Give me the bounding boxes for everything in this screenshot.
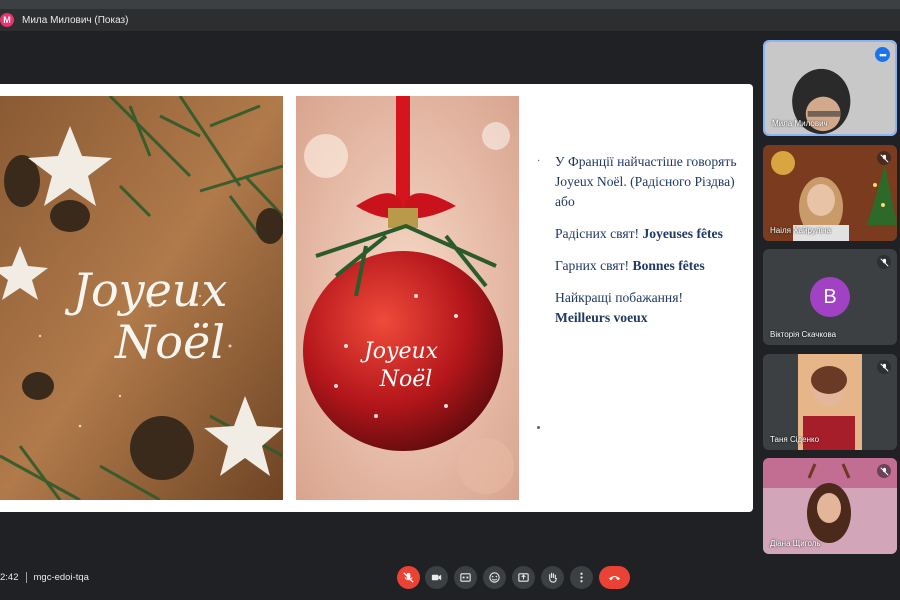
left-image-joyeux: Joyeux xyxy=(65,263,228,317)
participant-name: Таня Сіденко xyxy=(770,435,820,444)
mic-off-icon xyxy=(877,360,891,374)
participant-name: Діана Щиголь xyxy=(770,539,821,548)
camera-icon xyxy=(431,574,442,581)
mic-off-icon xyxy=(877,464,891,478)
mic-off-icon xyxy=(877,255,891,269)
top-strip xyxy=(0,0,900,9)
slide-text: · У Франції найчастіше говорять Joyeux N… xyxy=(537,152,737,340)
captions-icon xyxy=(460,573,471,582)
divider xyxy=(25,572,27,583)
participant-avatar: B xyxy=(810,277,850,317)
captions-button[interactable] xyxy=(454,566,477,589)
more-options-button[interactable] xyxy=(570,566,593,589)
ornament-noel: Noël xyxy=(379,367,433,392)
slide-paragraph-4: Найкращі побажання! Meilleurs voeux xyxy=(555,290,683,325)
meeting-info: 2:42 mgc-edoi-tqa xyxy=(0,572,89,583)
emoji-button[interactable] xyxy=(483,566,506,589)
christmas-ornament-image: Joyeux Noël xyxy=(296,96,519,500)
left-image-noel: Noël xyxy=(114,315,225,369)
joyeux-noel-wood-image: Joyeux Noël xyxy=(0,96,283,500)
presenter-avatar: М xyxy=(0,13,14,27)
mic-off-icon xyxy=(403,572,414,583)
participant-tile-1[interactable]: ••• Мила Милович xyxy=(763,40,897,136)
slide-dot xyxy=(537,426,540,429)
meeting-code[interactable]: mgc-edoi-tqa xyxy=(34,572,89,583)
shared-slide: Joyeux Noël Joyeux Noël · У Франції найч… xyxy=(0,84,753,512)
participant-name: Мила Милович xyxy=(772,119,828,128)
participant-name: Вікторія Скачкова xyxy=(770,330,837,339)
present-icon xyxy=(518,573,529,582)
present-screen-button[interactable] xyxy=(512,566,535,589)
hand-icon xyxy=(549,572,557,583)
slide-paragraph-2: Радісних свят! Joyeuses fêtes xyxy=(555,226,723,241)
slide-paragraph-3: Гарних свят! Bonnes fêtes xyxy=(555,258,705,273)
mic-off-icon xyxy=(877,151,891,165)
camera-toggle-button[interactable] xyxy=(425,566,448,589)
participant-tile-3[interactable]: B Вікторія Скачкова xyxy=(763,249,897,345)
participant-tile-2[interactable]: Наіля Хайруліна xyxy=(763,145,897,241)
raise-hand-button[interactable] xyxy=(541,566,564,589)
participant-name: Наіля Хайруліна xyxy=(770,226,831,235)
leave-call-button[interactable] xyxy=(599,566,630,589)
more-vertical-icon xyxy=(580,572,583,583)
participant-tile-4[interactable]: Таня Сіденко xyxy=(763,354,897,450)
ornament-joyeux: Joyeux xyxy=(360,339,439,364)
hang-up-icon xyxy=(608,576,621,581)
slide-paragraph-1: У Франції найчастіше говорять Joyeux Noë… xyxy=(555,154,737,209)
bottom-bar: 2:42 mgc-edoi-tqa xyxy=(0,562,900,596)
meeting-time: 2:42 xyxy=(0,572,19,583)
emoji-icon xyxy=(489,572,500,583)
presenter-label: Мила Милович (Показ) xyxy=(22,14,129,26)
mic-toggle-button[interactable] xyxy=(397,566,420,589)
bullet-icon: · xyxy=(537,156,541,167)
presenter-bar: М Мила Милович (Показ) xyxy=(0,9,900,31)
more-options-icon[interactable]: ••• xyxy=(875,47,890,62)
participant-tile-5[interactable]: Діана Щиголь xyxy=(763,458,897,554)
